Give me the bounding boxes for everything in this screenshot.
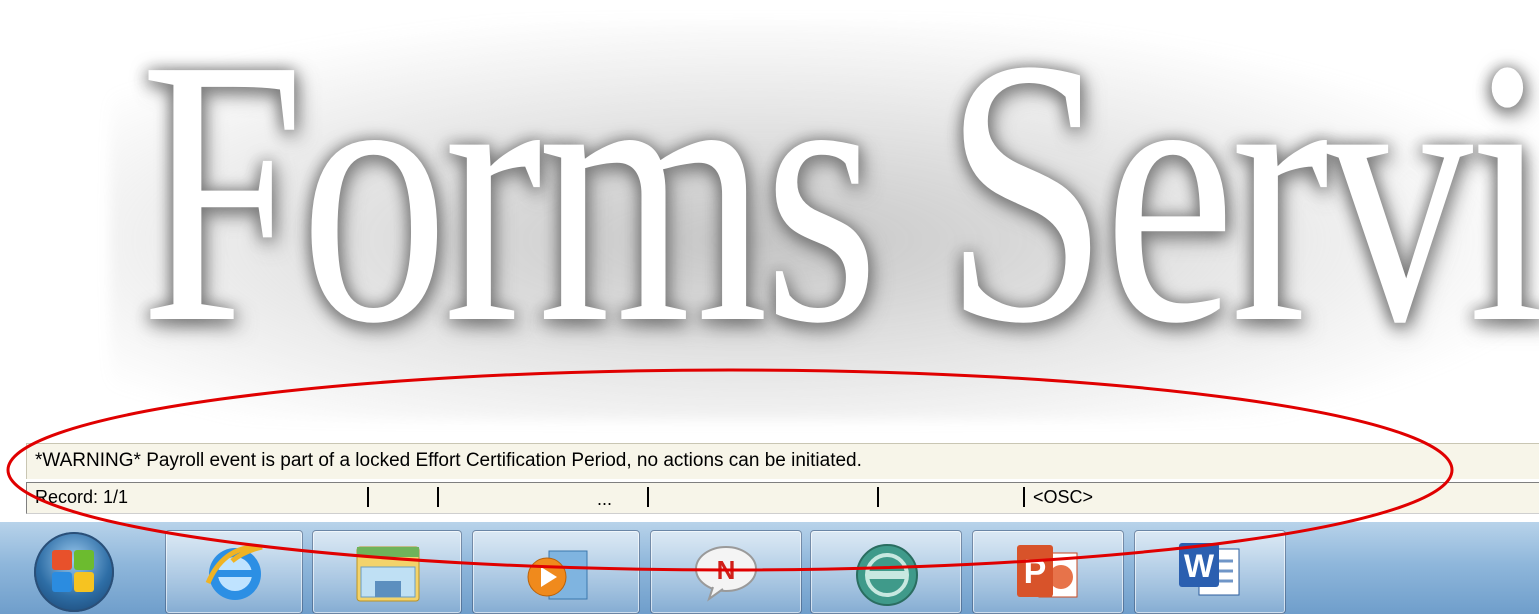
internet-explorer-icon bbox=[205, 544, 263, 600]
taskbar-notes-app[interactable]: N bbox=[650, 530, 802, 614]
taskbar-word[interactable]: W bbox=[1134, 530, 1286, 614]
svg-text:N: N bbox=[717, 555, 736, 585]
notes-n-icon: N bbox=[695, 546, 757, 602]
taskbar-globe-app[interactable] bbox=[810, 530, 962, 614]
status-divider bbox=[367, 487, 369, 507]
start-button[interactable] bbox=[34, 532, 114, 612]
globe-icon bbox=[856, 544, 918, 606]
windows-orb-icon bbox=[52, 550, 96, 594]
taskbar-internet-explorer[interactable] bbox=[165, 530, 303, 614]
word-icon: W bbox=[1179, 543, 1240, 596]
warning-message: *WARNING* Payroll event is part of a loc… bbox=[35, 450, 862, 471]
status-message-bar: *WARNING* Payroll event is part of a loc… bbox=[26, 443, 1539, 479]
status-divider bbox=[877, 487, 879, 507]
forms-service-background: Forms Service bbox=[0, 0, 1539, 440]
forms-service-watermark: Forms Service bbox=[140, 0, 1539, 402]
taskbar-powerpoint[interactable]: P bbox=[972, 530, 1124, 614]
status-divider bbox=[1023, 487, 1025, 507]
powerpoint-icon: P bbox=[1017, 545, 1078, 598]
status-ellipsis: ... bbox=[597, 489, 613, 509]
windows-taskbar: N P W bbox=[0, 522, 1539, 614]
media-player-icon bbox=[527, 550, 588, 600]
taskbar-file-explorer[interactable] bbox=[312, 530, 462, 614]
svg-text:P: P bbox=[1024, 553, 1047, 591]
osc-indicator: <OSC> bbox=[1033, 487, 1094, 507]
svg-text:W: W bbox=[1184, 548, 1215, 584]
record-indicator: Record: 1/1 bbox=[35, 487, 129, 507]
record-status-bar: Record: 1/1 ... <OSC> bbox=[26, 482, 1539, 514]
taskbar-media-player[interactable] bbox=[472, 530, 640, 614]
folder-icon bbox=[356, 546, 420, 602]
status-divider bbox=[437, 487, 439, 507]
status-divider bbox=[647, 487, 649, 507]
